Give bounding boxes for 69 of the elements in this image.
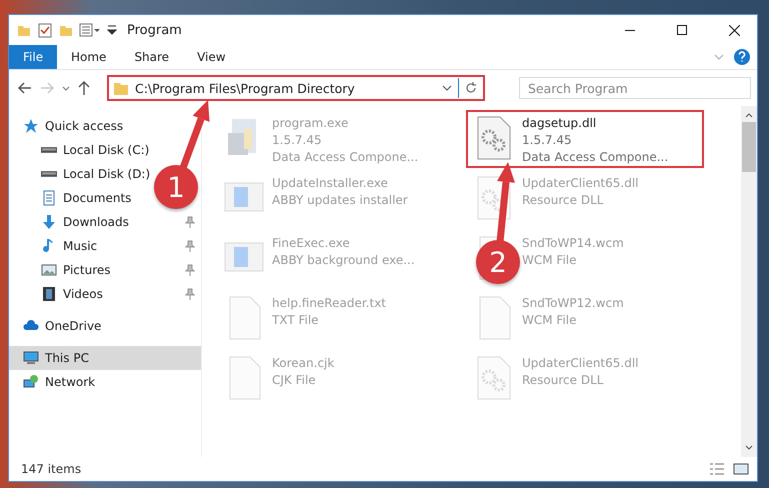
file-name: FineExec.exe <box>272 235 351 252</box>
ribbon-tab[interactable]: Share <box>120 45 184 69</box>
star-icon <box>23 118 39 134</box>
back-arrow-icon[interactable] <box>17 80 33 96</box>
file-name: Korean.cjk <box>272 355 334 372</box>
window-title: Program <box>127 22 183 38</box>
properties-icon[interactable] <box>37 22 53 38</box>
sidebar-item[interactable]: Videos <box>41 282 107 306</box>
ribbon-tab[interactable]: View <box>183 45 240 69</box>
sidebar-item[interactable]: Music <box>41 234 102 258</box>
file-details: TXT File <box>272 312 320 329</box>
maximize-icon <box>677 25 687 35</box>
sidebar-item[interactable]: OneDrive <box>9 314 106 338</box>
file-name: dagsetup.dll <box>522 115 598 132</box>
film-icon <box>41 286 57 302</box>
sidebar-item[interactable]: Local Disk (D:) <box>41 162 154 186</box>
file-details: Data Access Compone... <box>522 149 668 166</box>
file-details: 1.5.7.45 <box>272 132 323 149</box>
file-details: 1.5.7.45 <box>522 132 573 149</box>
caret-icon[interactable] <box>107 24 117 36</box>
details-view-icon[interactable] <box>709 462 725 476</box>
file-item[interactable]: dagsetup.dll 1.5.7.45 Data Access Compone... <box>466 110 704 168</box>
file-name: SndToWP14.wcm <box>522 235 624 252</box>
file-name: UpdaterClient65.dll <box>522 175 639 192</box>
item-count: 147 items <box>21 462 82 476</box>
file-details: Resource DLL <box>522 372 604 389</box>
file-details: WCM File <box>522 252 578 269</box>
sidebar-item[interactable]: Quick access <box>9 114 128 138</box>
file-name: SndToWP12.wcm <box>522 295 624 312</box>
search-field[interactable]: Search Program <box>519 77 751 99</box>
sidebar-item[interactable]: Documents <box>41 186 136 210</box>
sidebar-item[interactable]: This PC <box>9 346 201 370</box>
network-icon <box>23 374 39 390</box>
sidebar-item[interactable]: Downloads <box>41 210 133 234</box>
file-details: CJK File <box>272 372 317 389</box>
file-name: UpdateInstaller.exe <box>272 175 389 192</box>
drive-icon <box>41 171 57 177</box>
ribbon-tab[interactable]: Home <box>57 45 120 69</box>
sidebar-item[interactable]: Pictures <box>41 258 115 282</box>
large-icons-view-icon[interactable] <box>733 462 749 476</box>
close-icon <box>728 24 740 36</box>
file-name: program.exe <box>272 115 350 132</box>
file-tab[interactable]: File <box>9 45 57 69</box>
address-bar[interactable]: C:\Program Files\Program Directory <box>107 75 485 101</box>
sidebar-item[interactable]: Network <box>9 370 100 394</box>
view-list-icon[interactable] <box>79 23 101 37</box>
picture-icon <box>41 262 57 278</box>
document-icon <box>41 190 57 206</box>
arrow <box>180 100 210 170</box>
address-path: C:\Program Files\Program Directory <box>135 80 356 96</box>
drive-icon <box>41 147 57 153</box>
pin-icon <box>185 216 195 228</box>
sidebar-item[interactable]: Local Disk (C:) <box>41 138 154 162</box>
file-name: help.fineReader.txt <box>272 295 386 312</box>
scrollbar-thumb[interactable] <box>742 122 756 172</box>
file-details: ABBY background exe... <box>272 252 415 269</box>
file-details: Data Access Compone... <box>272 149 418 166</box>
download-icon <box>41 214 57 230</box>
file-details: ABBY updates installer <box>272 192 408 209</box>
pin-icon <box>185 264 195 276</box>
pin-icon <box>185 240 195 252</box>
file-details: WCM File <box>522 312 578 329</box>
up-arrow-icon[interactable] <box>77 80 91 96</box>
pin-icon <box>185 288 195 300</box>
scrollbar[interactable] <box>741 106 757 457</box>
computer-icon <box>23 350 39 366</box>
folder-icon <box>113 80 129 96</box>
file-details: Resource DLL <box>522 192 604 209</box>
file-name: UpdaterClient65.dll <box>522 355 639 372</box>
